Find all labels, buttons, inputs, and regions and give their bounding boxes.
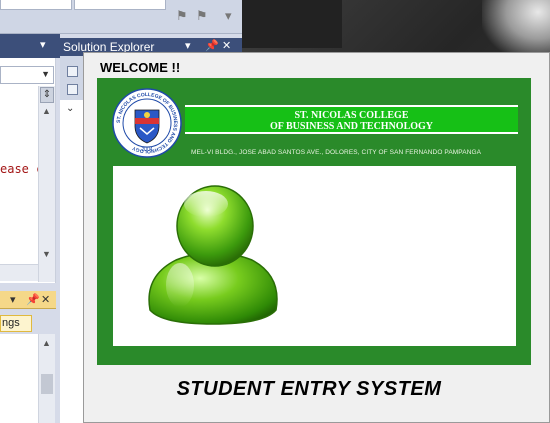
college-name-line2: OF BUSINESS AND TECHNOLOGY [269, 121, 434, 132]
show-files-icon[interactable] [67, 84, 78, 95]
college-address: MEL-VI BLDG., JOSE ABAD SANTOS AVE., DOL… [191, 149, 482, 156]
properties-icon[interactable] [67, 66, 78, 77]
platform-dropdown[interactable] [74, 0, 166, 10]
dropdown-arrow-icon[interactable]: ▾ [40, 38, 46, 51]
dropdown-arrow-icon[interactable]: ▾ [185, 39, 191, 52]
output-tab[interactable]: ngs [0, 315, 32, 332]
config-dropdown[interactable] [0, 0, 72, 10]
editor-vertical-scrollbar[interactable]: ⇕ ▲ ▼ [38, 86, 55, 282]
college-banner: ST. NICOLAS COLLEGE OF BUSINESS AND TECH… [99, 80, 529, 158]
close-icon[interactable]: ✕ [222, 39, 231, 52]
pin-icon[interactable]: 📌 [205, 39, 219, 52]
chevron-down-icon: ▼ [41, 69, 50, 79]
background-highlight [482, 0, 550, 60]
pin-icon[interactable]: 📌 [26, 293, 40, 306]
ide-toolbar: ⚑ ⚑ ▾ [0, 0, 242, 34]
solution-tree[interactable]: ⌄ [60, 100, 84, 423]
welcome-window[interactable]: WELCOME !! ST. NICOLAS COLLEGE OF BUSINE… [83, 52, 550, 423]
college-seal-icon: ST. NICOLAS COLLEGE OF BUSINESS AND TECH… [112, 88, 182, 158]
member-dropdown[interactable]: ▼ [0, 66, 54, 84]
code-text: ease c [0, 162, 44, 176]
dropdown-arrow-icon[interactable]: ▾ [10, 293, 16, 306]
user-avatar-icon [148, 185, 278, 325]
solution-explorer-toolbar [60, 56, 84, 100]
screen: ⚑ ⚑ ▾ ▾ ▼ ease c ⇕ ▲ ▼ ▾ 📌 ✕ ngs ▲ Solut… [0, 0, 550, 423]
editor-tab-strip: ▾ [0, 34, 60, 58]
flag-filter-icon[interactable]: ⚑ [196, 9, 208, 24]
splash-content [113, 166, 516, 346]
scroll-down-icon[interactable]: ▼ [42, 249, 51, 259]
toolbar-overflow-icon[interactable]: ▾ [225, 9, 232, 24]
flag-icon[interactable]: ⚑ [176, 9, 188, 24]
college-name-line1: ST. NICOLAS COLLEGE [294, 110, 409, 121]
editor-horizontal-scrollbar[interactable] [0, 264, 38, 281]
output-scrollbar[interactable]: ▲ [38, 334, 55, 423]
output-panel-header: ▾ 📌 ✕ [0, 291, 56, 309]
window-title: WELCOME !! [100, 60, 181, 75]
output-content[interactable] [0, 334, 38, 423]
splash-panel: ST. NICOLAS COLLEGE OF BUSINESS AND TECH… [97, 78, 531, 365]
expand-icon[interactable]: ⌄ [66, 103, 74, 114]
scroll-up-icon[interactable]: ▲ [42, 338, 51, 348]
background-shadow [242, 0, 342, 48]
college-name-band: ST. NICOLAS COLLEGE OF BUSINESS AND TECH… [185, 105, 518, 134]
system-title: STUDENT ENTRY SYSTEM [176, 378, 442, 400]
split-handle-icon[interactable]: ⇕ [40, 87, 54, 103]
close-icon[interactable]: ✕ [41, 293, 50, 306]
seal-year: 2004 [141, 147, 152, 153]
scroll-thumb[interactable] [41, 374, 53, 394]
scroll-up-icon[interactable]: ▲ [42, 106, 51, 116]
